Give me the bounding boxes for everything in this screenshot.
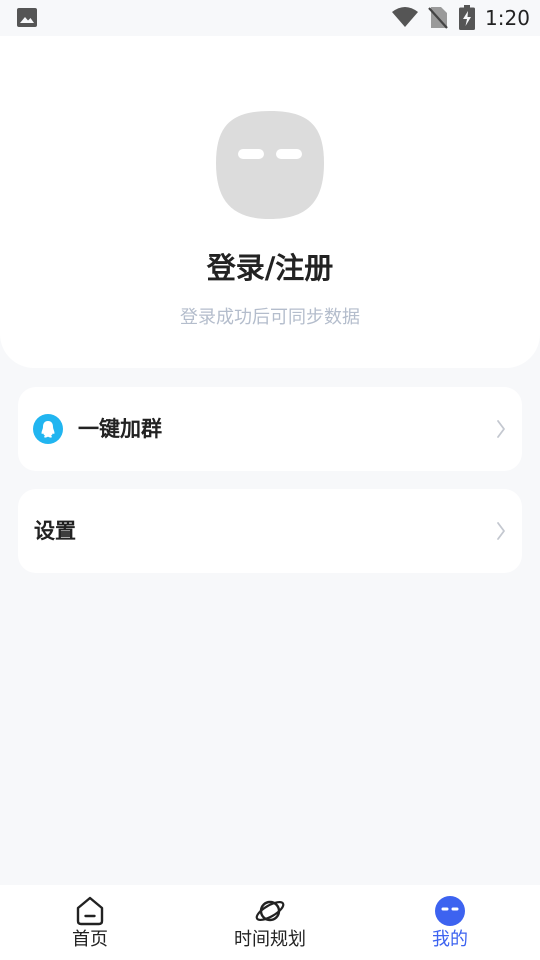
settings-row[interactable]: 设置 [18, 489, 522, 573]
bottom-tab-bar: 首页 时间规划 我的 [0, 885, 540, 960]
avatar-face-icon[interactable] [216, 111, 324, 219]
tab-mine-label: 我的 [432, 929, 468, 950]
chevron-right-icon [497, 420, 505, 438]
status-bar: 1:20 [0, 0, 540, 36]
tab-time-plan[interactable]: 时间规划 [180, 885, 360, 960]
image-icon [17, 8, 37, 27]
battery-charging-icon [459, 5, 475, 30]
home-icon [76, 896, 104, 926]
join-group-row[interactable]: 一键加群 [18, 387, 522, 471]
login-subtitle: 登录成功后可同步数据 [180, 307, 360, 328]
clock: 1:20 [485, 6, 530, 30]
wifi-icon [392, 7, 418, 27]
settings-label: 设置 [34, 519, 76, 543]
profile-card[interactable]: 登录/注册 登录成功后可同步数据 [0, 36, 540, 368]
chevron-right-icon [497, 522, 505, 540]
tab-mine[interactable]: 我的 [360, 885, 540, 960]
tab-home[interactable]: 首页 [0, 885, 180, 960]
profile-face-icon [435, 896, 465, 926]
tab-home-label: 首页 [72, 929, 108, 950]
planet-icon [255, 900, 285, 922]
login-register-title[interactable]: 登录/注册 [0, 248, 540, 288]
no-sim-icon [428, 7, 448, 29]
tab-time-plan-label: 时间规划 [234, 929, 306, 950]
qq-penguin-icon [33, 414, 63, 444]
join-group-label: 一键加群 [78, 417, 162, 441]
